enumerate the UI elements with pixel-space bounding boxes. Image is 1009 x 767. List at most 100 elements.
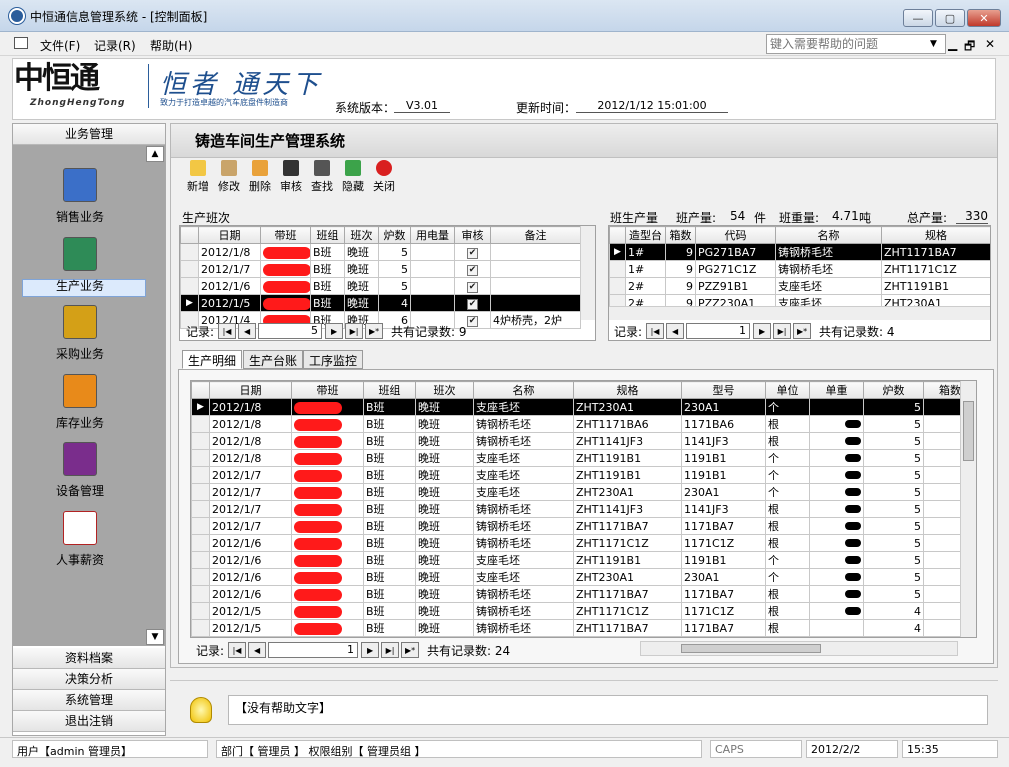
module-equipment[interactable]: 设备管理 bbox=[13, 442, 147, 499]
tab-production-ledger[interactable]: 生产台账 bbox=[243, 350, 304, 369]
find-button[interactable]: 查找 bbox=[308, 160, 336, 194]
audit-checkbox[interactable]: ✔ bbox=[467, 299, 478, 310]
row-indicator[interactable] bbox=[191, 432, 210, 450]
detail-vscroll-thumb[interactable] bbox=[963, 401, 974, 461]
row-indicator[interactable] bbox=[191, 466, 210, 484]
detail-hscroll[interactable] bbox=[640, 641, 958, 656]
column-header[interactable]: 单重 bbox=[809, 381, 864, 399]
mdi-restore-button[interactable]: 🗗 bbox=[964, 37, 975, 58]
edit-button[interactable]: 修改 bbox=[215, 160, 243, 194]
table-row[interactable]: 2012/1/7 B班 晚班 5 ✔ bbox=[180, 260, 581, 278]
last-record-button[interactable]: ▶| bbox=[773, 323, 792, 339]
row-indicator[interactable] bbox=[191, 449, 210, 467]
row-indicator[interactable] bbox=[191, 551, 210, 569]
module-purchase[interactable]: 采购业务 bbox=[13, 305, 147, 362]
table-row[interactable]: ▶ 1# 9 PG271BA7 铸钢桥毛坯 ZHT1171BA7 bbox=[609, 243, 990, 261]
current-record-input[interactable]: 5 bbox=[258, 323, 323, 339]
row-indicator[interactable] bbox=[180, 277, 199, 295]
detail-hscroll-thumb[interactable] bbox=[681, 644, 821, 653]
new-record-button[interactable]: ▶* bbox=[401, 642, 420, 658]
column-header[interactable]: 规格 bbox=[881, 226, 990, 244]
column-header[interactable]: 班组 bbox=[310, 226, 345, 244]
table-row[interactable]: 2012/1/8 B班 晚班 5 ✔ bbox=[180, 243, 581, 261]
column-header[interactable]: 造型台 bbox=[625, 226, 666, 244]
menu-help[interactable]: 帮助(H) bbox=[150, 37, 192, 54]
sidebar-head-analysis[interactable]: 决策分析 bbox=[13, 669, 165, 690]
column-header[interactable]: 代码 bbox=[695, 226, 776, 244]
table-row[interactable]: 2012/1/8 B班 晚班 铸钢桥毛坯 ZHT1141JF3 1141JF3 根 5 bbox=[191, 432, 976, 450]
column-header[interactable]: 箱数 bbox=[665, 226, 696, 244]
table-row[interactable]: 2012/1/7 B班 晚班 铸钢桥毛坯 ZHT1141JF3 1141JF3 根 5 bbox=[191, 500, 976, 518]
last-record-button[interactable]: ▶| bbox=[345, 323, 364, 339]
module-production[interactable]: 生产业务 bbox=[13, 237, 147, 294]
new-record-button[interactable]: ▶* bbox=[365, 323, 384, 339]
row-indicator[interactable] bbox=[180, 243, 199, 261]
row-indicator[interactable]: ▶ bbox=[180, 294, 199, 312]
sidebar-head-logout[interactable]: 退出注销 bbox=[13, 711, 165, 732]
column-header[interactable]: 名称 bbox=[473, 381, 574, 399]
detail-vscroll[interactable] bbox=[960, 381, 976, 637]
table-row[interactable]: 2012/1/5 B班晚班支座毛坯ZHT1191B11191B1个 4 bbox=[191, 636, 976, 637]
module-inventory[interactable]: 库存业务 bbox=[13, 374, 147, 431]
next-record-button[interactable]: ▶ bbox=[753, 323, 772, 339]
sidebar-head-business[interactable]: 业务管理 bbox=[13, 124, 165, 145]
row-indicator[interactable] bbox=[191, 602, 210, 620]
audit-checkbox[interactable]: ✔ bbox=[467, 248, 478, 259]
table-row[interactable]: 1# 9 PG271C1Z 铸钢桥毛坯 ZHT1171C1Z bbox=[609, 260, 990, 278]
tab-process-monitor[interactable]: 工序监控 bbox=[303, 350, 364, 369]
module-hr[interactable]: 人事薪资 bbox=[13, 511, 147, 568]
column-header[interactable]: 班次 bbox=[344, 226, 379, 244]
row-indicator[interactable] bbox=[191, 619, 210, 637]
column-header[interactable]: 规格 bbox=[573, 381, 682, 399]
sidebar-head-system[interactable]: 系统管理 bbox=[13, 690, 165, 711]
table-row[interactable]: 2012/1/5 B班 晚班 铸钢桥毛坯 ZHT1171BA7 1171BA7 根 4 bbox=[191, 619, 976, 637]
sidebar-head-archive[interactable]: 资料档案 bbox=[13, 648, 165, 669]
close-button[interactable]: ✕ bbox=[967, 9, 1001, 27]
add-button[interactable]: 新增 bbox=[184, 160, 212, 194]
row-indicator[interactable] bbox=[191, 415, 210, 433]
column-header[interactable]: 用电量 bbox=[410, 226, 455, 244]
doc-menu-icon[interactable] bbox=[14, 37, 28, 49]
mdi-minimize-button[interactable]: ▁ bbox=[948, 37, 957, 51]
first-record-button[interactable]: |◀ bbox=[218, 323, 237, 339]
prev-record-button[interactable]: ◀ bbox=[666, 323, 685, 339]
menu-record[interactable]: 记录(R) bbox=[94, 37, 136, 54]
sidebar-scroll-up-icon[interactable]: ▲ bbox=[146, 146, 164, 162]
table-row[interactable]: 2012/1/6 B班 晚班 支座毛坯 ZHT1191B1 1191B1 个 5 bbox=[191, 551, 976, 569]
current-record-input[interactable]: 1 bbox=[268, 642, 359, 658]
table-row[interactable]: 2012/1/7 B班 晚班 支座毛坯 ZHT1191B1 1191B1 个 5 bbox=[191, 466, 976, 484]
table-row[interactable]: ▶ 2012/1/8 B班 晚班 支座毛坯 ZHT230A1 230A1 个 5 bbox=[191, 398, 976, 416]
minimize-button[interactable]: — bbox=[903, 9, 933, 27]
audit-checkbox[interactable]: ✔ bbox=[467, 265, 478, 276]
current-record-input[interactable]: 1 bbox=[686, 323, 751, 339]
detail-grid[interactable]: 日期 带班 班组 班次 名称 规格 型号 单位 单重 炉数 箱数 ▶ 2012/1/8 B班 晚班 支座毛坯… bbox=[190, 380, 977, 638]
audit-checkbox[interactable]: ✔ bbox=[467, 316, 478, 327]
audit-button[interactable]: 审核 bbox=[277, 160, 305, 194]
row-indicator[interactable] bbox=[191, 500, 210, 518]
row-indicator[interactable]: ▶ bbox=[191, 398, 210, 416]
table-row[interactable]: 2012/1/6 B班 晚班 5 ✔ bbox=[180, 277, 581, 295]
table-row[interactable]: 2012/1/6 B班 晚班 铸钢桥毛坯 ZHT1171C1Z 1171C1Z 根 5 bbox=[191, 534, 976, 552]
column-header[interactable]: 炉数 bbox=[378, 226, 411, 244]
hide-button[interactable]: 隐藏 bbox=[339, 160, 367, 194]
row-indicator[interactable]: ▶ bbox=[609, 243, 626, 261]
table-row[interactable]: 2012/1/8 B班 晚班 铸钢桥毛坯 ZHT1171BA6 1171BA6 根 5 bbox=[191, 415, 976, 433]
column-header[interactable]: 炉数 bbox=[863, 381, 924, 399]
output-hscroll[interactable] bbox=[609, 306, 990, 320]
column-header[interactable]: 日期 bbox=[209, 381, 292, 399]
table-row[interactable]: 2012/1/6 B班 晚班 支座毛坯 ZHT230A1 230A1 个 5 bbox=[191, 568, 976, 586]
close-form-button[interactable]: 关闭 bbox=[370, 160, 398, 194]
table-row[interactable]: 2012/1/7 B班 晚班 支座毛坯 ZHT230A1 230A1 个 5 bbox=[191, 483, 976, 501]
menu-file[interactable]: 文件(F) bbox=[40, 37, 80, 54]
shift-vscroll[interactable] bbox=[580, 226, 595, 320]
first-record-button[interactable]: |◀ bbox=[228, 642, 247, 658]
row-indicator[interactable] bbox=[191, 568, 210, 586]
column-header[interactable]: 名称 bbox=[775, 226, 882, 244]
table-row[interactable]: ▶ 2012/1/5 B班 晚班 4 ✔ bbox=[180, 294, 581, 312]
help-question-input[interactable] bbox=[766, 34, 946, 54]
table-row[interactable]: 2012/1/8 B班 晚班 支座毛坯 ZHT1191B1 1191B1 个 5 bbox=[191, 449, 976, 467]
row-indicator[interactable] bbox=[191, 483, 210, 501]
column-header[interactable]: 带班 bbox=[260, 226, 311, 244]
last-record-button[interactable]: ▶| bbox=[381, 642, 400, 658]
tab-production-detail[interactable]: 生产明细 bbox=[182, 350, 243, 369]
